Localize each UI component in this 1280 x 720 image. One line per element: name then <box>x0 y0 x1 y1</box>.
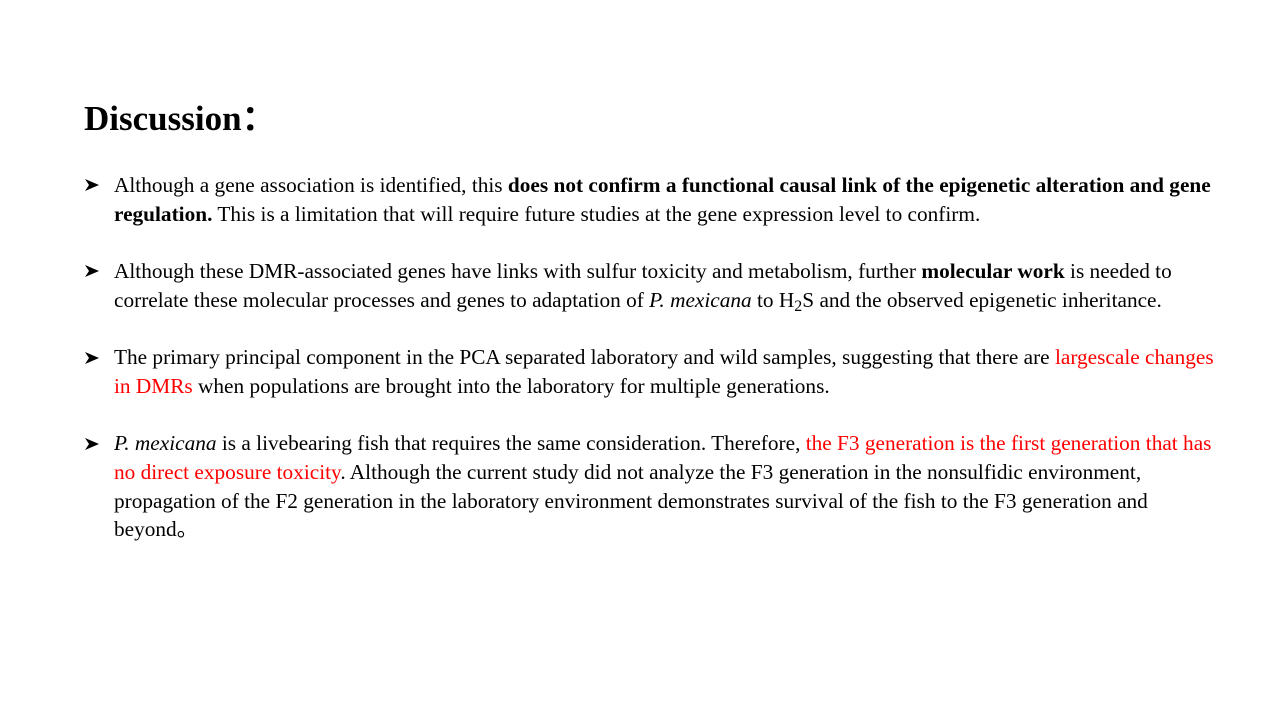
bullet-text: This is a limitation that will require f… <box>212 201 981 226</box>
bold-emphasis: molecular work <box>921 259 1065 284</box>
bullet-item-dmr-genes: Although these DMR-associated genes have… <box>84 257 1219 314</box>
slide: Discussion： Although a gene association … <box>0 0 1280 720</box>
arrowhead-bullet-icon <box>84 429 106 458</box>
bullet-text: S and the observed epigenetic inheritanc… <box>802 287 1162 312</box>
slide-title: Discussion： <box>84 99 277 138</box>
arrowhead-bullet-icon <box>84 171 106 200</box>
bullet-item-pca: The primary principal component in the P… <box>84 343 1219 400</box>
arrowhead-bullet-icon <box>84 343 106 372</box>
bullet-text: Although these DMR-associated genes have… <box>114 259 922 284</box>
bullet-text: to H <box>751 287 795 312</box>
arrowhead-bullet-icon <box>84 257 106 286</box>
bullet-text: Although a gene association is identifie… <box>114 173 508 197</box>
bullet-item-gene-association: Although a gene association is identifie… <box>84 171 1219 228</box>
bullet-text: when populations are brought into the la… <box>192 373 830 398</box>
bullet-item-f3-generation: P. mexicana is a livebearing fish that r… <box>84 429 1219 544</box>
species-name: P. mexicana <box>114 431 217 456</box>
species-name: P. mexicana <box>649 287 752 312</box>
bullet-text: is a livebearing fish that requires the … <box>216 431 806 456</box>
bullet-list: Although a gene association is identifie… <box>84 171 1219 573</box>
bullet-text: The primary principal component in the P… <box>114 345 1055 370</box>
